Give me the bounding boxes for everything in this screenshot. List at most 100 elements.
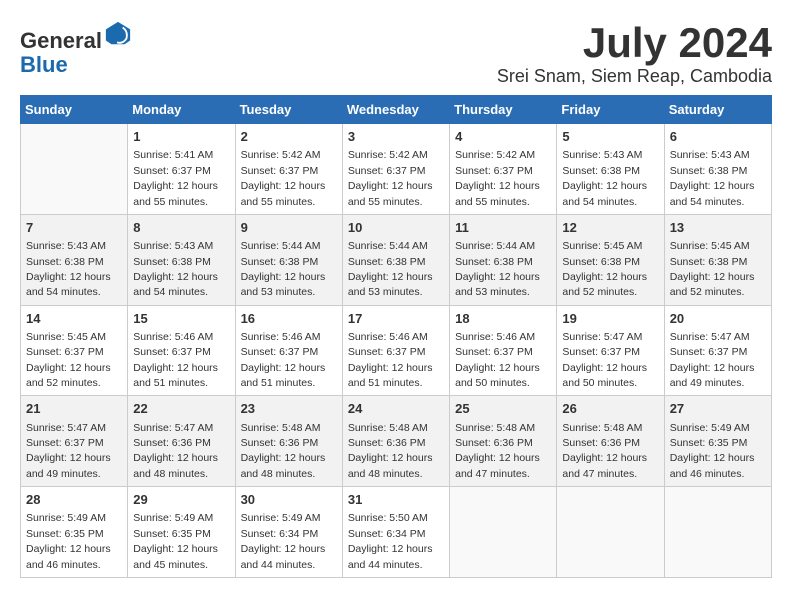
day-info: Sunrise: 5:47 AMSunset: 6:37 PMDaylight:… (26, 422, 111, 480)
table-row (664, 487, 771, 578)
day-number: 5 (562, 128, 658, 146)
weekday-header-row: SundayMondayTuesdayWednesdayThursdayFrid… (21, 96, 772, 124)
calendar-week-2: 7 Sunrise: 5:43 AMSunset: 6:38 PMDayligh… (21, 214, 772, 305)
table-row: 14 Sunrise: 5:45 AMSunset: 6:37 PMDaylig… (21, 305, 128, 396)
day-number: 25 (455, 400, 551, 418)
day-number: 4 (455, 128, 551, 146)
table-row: 21 Sunrise: 5:47 AMSunset: 6:37 PMDaylig… (21, 396, 128, 487)
month-title: July 2024 (497, 20, 772, 66)
table-row: 18 Sunrise: 5:46 AMSunset: 6:37 PMDaylig… (450, 305, 557, 396)
table-row: 10 Sunrise: 5:44 AMSunset: 6:38 PMDaylig… (342, 214, 449, 305)
table-row: 27 Sunrise: 5:49 AMSunset: 6:35 PMDaylig… (664, 396, 771, 487)
day-info: Sunrise: 5:43 AMSunset: 6:38 PMDaylight:… (670, 149, 755, 207)
weekday-wednesday: Wednesday (342, 96, 449, 124)
day-number: 2 (241, 128, 337, 146)
day-number: 16 (241, 310, 337, 328)
table-row: 5 Sunrise: 5:43 AMSunset: 6:38 PMDayligh… (557, 124, 664, 215)
day-number: 31 (348, 491, 444, 509)
day-info: Sunrise: 5:42 AMSunset: 6:37 PMDaylight:… (348, 149, 433, 207)
day-info: Sunrise: 5:49 AMSunset: 6:35 PMDaylight:… (670, 422, 755, 480)
table-row: 13 Sunrise: 5:45 AMSunset: 6:38 PMDaylig… (664, 214, 771, 305)
day-number: 20 (670, 310, 766, 328)
day-number: 12 (562, 219, 658, 237)
day-number: 1 (133, 128, 229, 146)
table-row: 23 Sunrise: 5:48 AMSunset: 6:36 PMDaylig… (235, 396, 342, 487)
day-info: Sunrise: 5:45 AMSunset: 6:37 PMDaylight:… (26, 331, 111, 389)
day-info: Sunrise: 5:43 AMSunset: 6:38 PMDaylight:… (133, 240, 218, 298)
calendar-week-1: 1 Sunrise: 5:41 AMSunset: 6:37 PMDayligh… (21, 124, 772, 215)
day-info: Sunrise: 5:43 AMSunset: 6:38 PMDaylight:… (26, 240, 111, 298)
table-row: 19 Sunrise: 5:47 AMSunset: 6:37 PMDaylig… (557, 305, 664, 396)
day-number: 3 (348, 128, 444, 146)
logo-general: General (20, 28, 102, 53)
day-number: 22 (133, 400, 229, 418)
day-number: 19 (562, 310, 658, 328)
day-number: 15 (133, 310, 229, 328)
logo-icon (104, 20, 132, 48)
table-row: 30 Sunrise: 5:49 AMSunset: 6:34 PMDaylig… (235, 487, 342, 578)
day-info: Sunrise: 5:42 AMSunset: 6:37 PMDaylight:… (455, 149, 540, 207)
day-info: Sunrise: 5:46 AMSunset: 6:37 PMDaylight:… (133, 331, 218, 389)
table-row: 22 Sunrise: 5:47 AMSunset: 6:36 PMDaylig… (128, 396, 235, 487)
weekday-friday: Friday (557, 96, 664, 124)
day-info: Sunrise: 5:45 AMSunset: 6:38 PMDaylight:… (670, 240, 755, 298)
table-row: 29 Sunrise: 5:49 AMSunset: 6:35 PMDaylig… (128, 487, 235, 578)
table-row: 2 Sunrise: 5:42 AMSunset: 6:37 PMDayligh… (235, 124, 342, 215)
day-number: 11 (455, 219, 551, 237)
day-number: 10 (348, 219, 444, 237)
day-number: 9 (241, 219, 337, 237)
day-info: Sunrise: 5:47 AMSunset: 6:36 PMDaylight:… (133, 422, 218, 480)
day-number: 8 (133, 219, 229, 237)
day-number: 14 (26, 310, 122, 328)
table-row: 26 Sunrise: 5:48 AMSunset: 6:36 PMDaylig… (557, 396, 664, 487)
weekday-saturday: Saturday (664, 96, 771, 124)
table-row: 9 Sunrise: 5:44 AMSunset: 6:38 PMDayligh… (235, 214, 342, 305)
table-row: 24 Sunrise: 5:48 AMSunset: 6:36 PMDaylig… (342, 396, 449, 487)
logo-blue: Blue (20, 52, 68, 77)
day-info: Sunrise: 5:43 AMSunset: 6:38 PMDaylight:… (562, 149, 647, 207)
day-number: 23 (241, 400, 337, 418)
table-row (450, 487, 557, 578)
table-row: 7 Sunrise: 5:43 AMSunset: 6:38 PMDayligh… (21, 214, 128, 305)
day-info: Sunrise: 5:44 AMSunset: 6:38 PMDaylight:… (455, 240, 540, 298)
calendar-week-5: 28 Sunrise: 5:49 AMSunset: 6:35 PMDaylig… (21, 487, 772, 578)
day-info: Sunrise: 5:49 AMSunset: 6:35 PMDaylight:… (26, 512, 111, 570)
day-number: 13 (670, 219, 766, 237)
day-number: 28 (26, 491, 122, 509)
table-row: 31 Sunrise: 5:50 AMSunset: 6:34 PMDaylig… (342, 487, 449, 578)
table-row: 12 Sunrise: 5:45 AMSunset: 6:38 PMDaylig… (557, 214, 664, 305)
weekday-sunday: Sunday (21, 96, 128, 124)
table-row: 4 Sunrise: 5:42 AMSunset: 6:37 PMDayligh… (450, 124, 557, 215)
day-info: Sunrise: 5:48 AMSunset: 6:36 PMDaylight:… (562, 422, 647, 480)
table-row: 16 Sunrise: 5:46 AMSunset: 6:37 PMDaylig… (235, 305, 342, 396)
weekday-monday: Monday (128, 96, 235, 124)
day-number: 27 (670, 400, 766, 418)
day-info: Sunrise: 5:48 AMSunset: 6:36 PMDaylight:… (348, 422, 433, 480)
page-header: General Blue July 2024 Srei Snam, Siem R… (20, 20, 772, 87)
day-number: 17 (348, 310, 444, 328)
table-row: 8 Sunrise: 5:43 AMSunset: 6:38 PMDayligh… (128, 214, 235, 305)
day-number: 6 (670, 128, 766, 146)
day-number: 24 (348, 400, 444, 418)
table-row (21, 124, 128, 215)
location-title: Srei Snam, Siem Reap, Cambodia (497, 66, 772, 87)
day-info: Sunrise: 5:50 AMSunset: 6:34 PMDaylight:… (348, 512, 433, 570)
day-info: Sunrise: 5:41 AMSunset: 6:37 PMDaylight:… (133, 149, 218, 207)
table-row: 20 Sunrise: 5:47 AMSunset: 6:37 PMDaylig… (664, 305, 771, 396)
day-info: Sunrise: 5:48 AMSunset: 6:36 PMDaylight:… (241, 422, 326, 480)
calendar-week-4: 21 Sunrise: 5:47 AMSunset: 6:37 PMDaylig… (21, 396, 772, 487)
weekday-thursday: Thursday (450, 96, 557, 124)
title-block: July 2024 Srei Snam, Siem Reap, Cambodia (497, 20, 772, 87)
day-number: 29 (133, 491, 229, 509)
table-row: 1 Sunrise: 5:41 AMSunset: 6:37 PMDayligh… (128, 124, 235, 215)
table-row (557, 487, 664, 578)
day-info: Sunrise: 5:44 AMSunset: 6:38 PMDaylight:… (241, 240, 326, 298)
day-number: 18 (455, 310, 551, 328)
table-row: 17 Sunrise: 5:46 AMSunset: 6:37 PMDaylig… (342, 305, 449, 396)
table-row: 15 Sunrise: 5:46 AMSunset: 6:37 PMDaylig… (128, 305, 235, 396)
weekday-tuesday: Tuesday (235, 96, 342, 124)
table-row: 28 Sunrise: 5:49 AMSunset: 6:35 PMDaylig… (21, 487, 128, 578)
day-info: Sunrise: 5:42 AMSunset: 6:37 PMDaylight:… (241, 149, 326, 207)
day-info: Sunrise: 5:49 AMSunset: 6:35 PMDaylight:… (133, 512, 218, 570)
calendar-table: SundayMondayTuesdayWednesdayThursdayFrid… (20, 95, 772, 578)
